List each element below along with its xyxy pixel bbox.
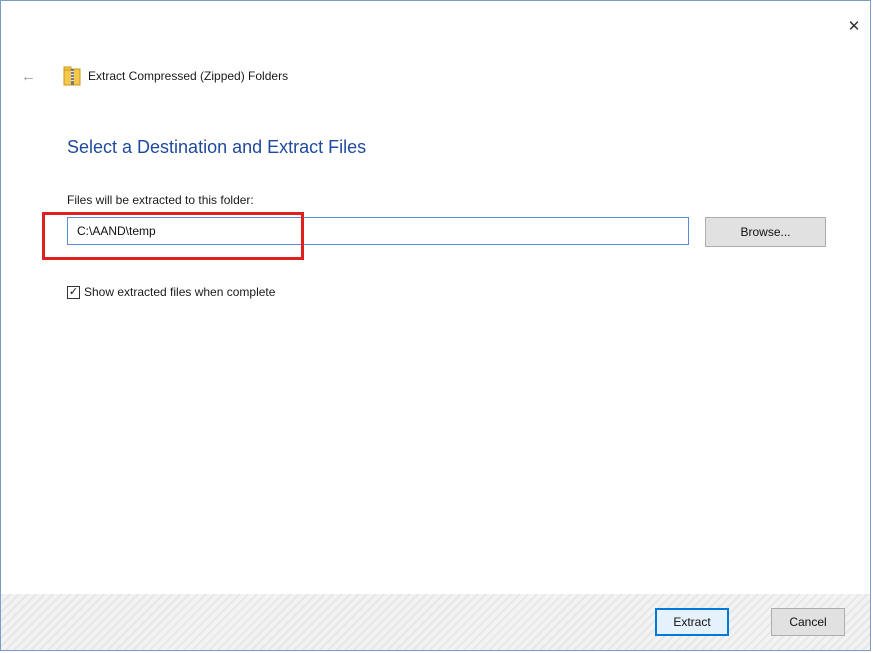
back-arrow-icon[interactable]: ←	[21, 68, 39, 85]
zip-folder-icon	[63, 66, 81, 86]
extract-button[interactable]: Extract	[655, 608, 729, 636]
page-heading: Select a Destination and Extract Files	[67, 137, 367, 157]
window-title: Extract Compressed (Zipped) Folders	[88, 69, 289, 83]
title-bar: ← Extract Compressed (Zipped) Folders	[21, 65, 288, 87]
dialog-footer: Extract Cancel	[1, 594, 870, 650]
show-files-label: Show extracted files when complete	[84, 285, 276, 299]
extract-dialog: ✕ ← Extract Compressed (Zipped) Folders …	[0, 0, 871, 651]
browse-button[interactable]: Browse...	[705, 217, 826, 247]
show-files-option[interactable]: ✓ Show extracted files when complete	[67, 285, 275, 299]
show-files-checkbox[interactable]: ✓	[67, 285, 80, 299]
cancel-button[interactable]: Cancel	[771, 608, 845, 636]
destination-path-input[interactable]	[67, 217, 689, 245]
close-icon[interactable]: ✕	[846, 19, 862, 35]
destination-label: Files will be extracted to this folder:	[67, 193, 254, 207]
